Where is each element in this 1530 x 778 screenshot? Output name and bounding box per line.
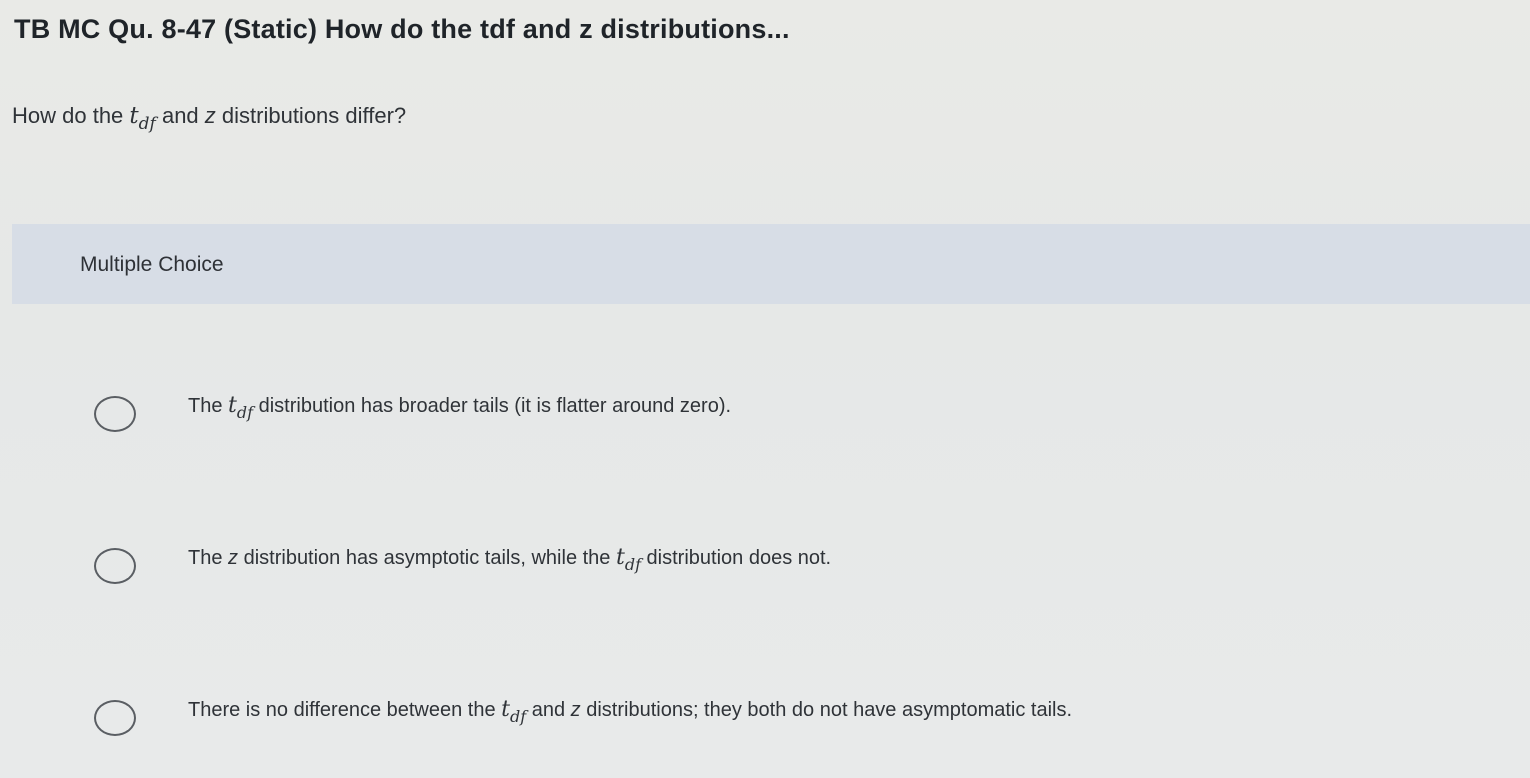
option-1-part1: The xyxy=(188,395,229,417)
t-variable: t xyxy=(129,103,139,129)
df-subscript: df xyxy=(624,555,641,574)
answer-option-1[interactable]: The tdf distribution has broader tails (… xyxy=(90,393,1290,443)
radio-button-3[interactable] xyxy=(94,700,136,736)
question-middle: and xyxy=(155,103,205,128)
t-df-symbol: tdf xyxy=(129,103,155,134)
question-suffix: distributions differ? xyxy=(215,103,407,128)
question-title: TB MC Qu. 8-47 (Static) How do the tdf a… xyxy=(14,14,790,44)
df-subscript: df xyxy=(236,403,254,422)
t-variable: t xyxy=(615,545,625,570)
option-3-part3: distributions; they both do not have asy… xyxy=(580,699,1073,721)
option-2-part1: The xyxy=(188,547,229,569)
multiple-choice-label: Multiple Choice xyxy=(80,253,224,276)
t-variable: t xyxy=(501,697,511,722)
t-df-symbol: tdf xyxy=(501,697,526,726)
df-subscript: df xyxy=(510,707,527,726)
t-df-symbol: tdf xyxy=(228,393,253,422)
question-prompt: How do the tdf and z distributions diffe… xyxy=(12,103,406,134)
option-1-part2: distribution has broader tails (it is fl… xyxy=(253,395,732,417)
option-3-part1: There is no difference between the xyxy=(188,699,502,721)
page: TB MC Qu. 8-47 (Static) How do the tdf a… xyxy=(0,0,1530,778)
z-variable: z xyxy=(228,547,239,569)
answer-option-2-text[interactable]: The z distribution has asymptotic tails,… xyxy=(188,545,831,574)
multiple-choice-header: Multiple Choice xyxy=(12,224,1530,304)
answer-option-2[interactable]: The z distribution has asymptotic tails,… xyxy=(90,545,1290,595)
answer-option-3[interactable]: There is no difference between the tdf a… xyxy=(90,697,1290,747)
question-prefix: How do the xyxy=(12,103,130,128)
option-2-part3: distribution does not. xyxy=(641,547,832,569)
z-variable: z xyxy=(570,699,581,721)
answer-option-3-text[interactable]: There is no difference between the tdf a… xyxy=(188,697,1072,726)
radio-button-2[interactable] xyxy=(94,548,136,584)
option-2-part2: distribution has asymptotic tails, while… xyxy=(238,547,616,569)
t-df-symbol: tdf xyxy=(615,545,641,574)
t-variable: t xyxy=(228,393,237,418)
df-subscript: df xyxy=(138,114,156,134)
option-3-part2: and xyxy=(526,699,571,721)
radio-button-1[interactable] xyxy=(94,396,136,432)
answer-option-1-text[interactable]: The tdf distribution has broader tails (… xyxy=(188,393,731,422)
z-variable: z xyxy=(204,103,216,128)
